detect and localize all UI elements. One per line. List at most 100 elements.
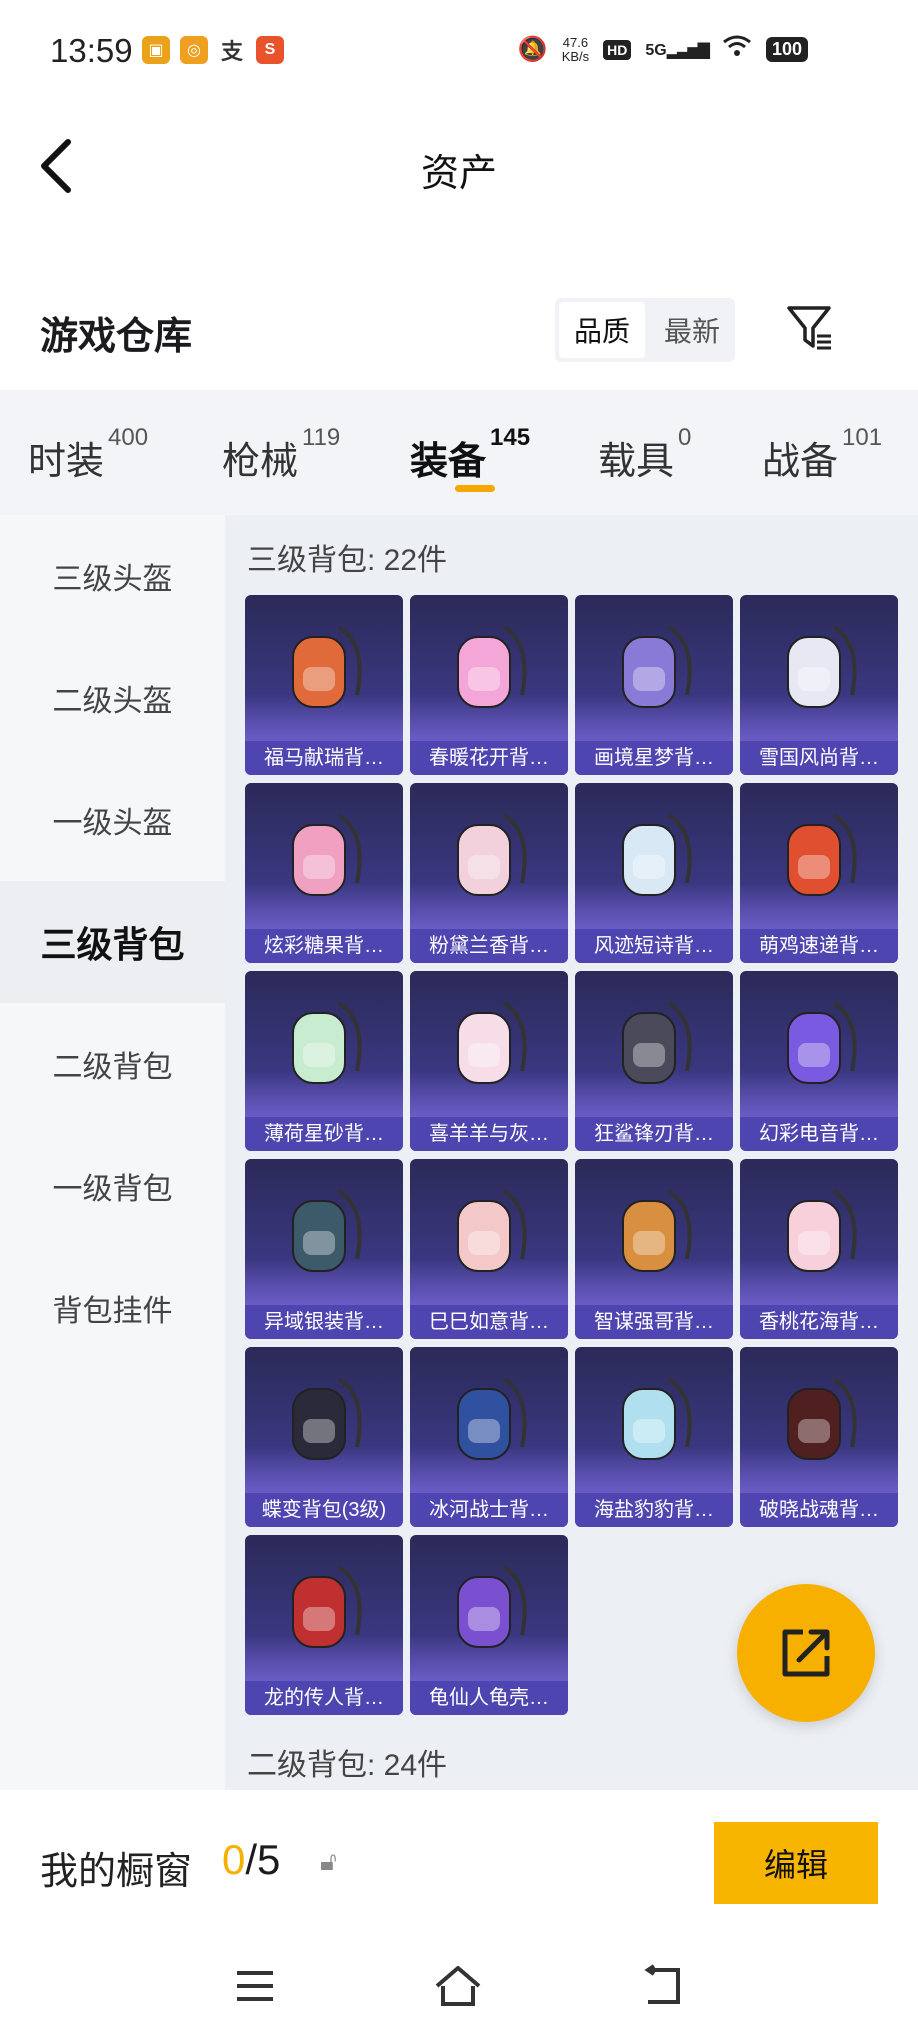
backpack-icon: [292, 1565, 362, 1648]
item-card[interactable]: 龙的传人背…: [245, 1535, 403, 1715]
item-card[interactable]: 龟仙人龟壳…: [410, 1535, 568, 1715]
item-card[interactable]: 春暖花开背…: [410, 595, 568, 775]
item-card[interactable]: 薄荷星砂背…: [245, 971, 403, 1151]
item-name: 薄荷星砂背…: [245, 1117, 403, 1151]
backpack-icon: [787, 813, 857, 896]
sidebar-item-backpack-2[interactable]: 二级背包: [0, 1003, 225, 1125]
warehouse-title: 游戏仓库: [40, 316, 193, 358]
backpack-icon: [622, 625, 692, 708]
backpack-icon: [457, 1377, 527, 1460]
home-icon: [435, 1966, 481, 2006]
item-card[interactable]: 蝶变背包(3级): [245, 1347, 403, 1527]
item-card[interactable]: 巳巳如意背…: [410, 1159, 568, 1339]
mute-icon: 🔕: [517, 36, 548, 63]
active-tab-indicator: [455, 485, 495, 492]
item-card[interactable]: 冰河战士背…: [410, 1347, 568, 1527]
backpack-icon: [622, 813, 692, 896]
filter-button[interactable]: [785, 302, 835, 352]
system-nav-bar: [0, 1930, 918, 2040]
item-name: 蝶变背包(3级): [245, 1493, 403, 1527]
item-card[interactable]: 福马献瑞背…: [245, 595, 403, 775]
item-card[interactable]: 喜羊羊与灰…: [410, 971, 568, 1151]
edit-button[interactable]: 编辑: [714, 1822, 878, 1904]
item-name: 巳巳如意背…: [410, 1305, 568, 1339]
app-icon-4: S: [256, 36, 284, 64]
item-name: 海盐豹豹背…: [575, 1493, 733, 1527]
item-name: 狂鲨锋刃背…: [575, 1117, 733, 1151]
tab-equipment[interactable]: 装备145: [410, 424, 530, 485]
wifi-icon: [722, 34, 752, 65]
backpack-icon: [292, 1377, 362, 1460]
page-title: 资产: [420, 153, 497, 195]
backpack-icon: [622, 1189, 692, 1272]
hd-icon: HD: [603, 39, 632, 60]
sidebar-item-helmet-1[interactable]: 一级头盔: [0, 759, 225, 881]
item-card[interactable]: 破晓战魂背…: [740, 1347, 898, 1527]
filter-icon: [787, 306, 831, 350]
lock-icon: 🔓︎: [320, 1846, 337, 1876]
item-name: 智谋强哥背…: [575, 1305, 733, 1339]
item-card[interactable]: 萌鸡速递背…: [740, 783, 898, 963]
tab-weapons[interactable]: 枪械119: [222, 424, 340, 485]
item-card[interactable]: 异域银装背…: [245, 1159, 403, 1339]
backpack-icon: [622, 1001, 692, 1084]
menu-button[interactable]: [225, 1964, 285, 2008]
item-card[interactable]: 雪国风尚背…: [740, 595, 898, 775]
backpack-icon: [622, 1377, 692, 1460]
backpack-icon: [787, 1189, 857, 1272]
item-card[interactable]: 狂鲨锋刃背…: [575, 971, 733, 1151]
tab-vehicles[interactable]: 载具0: [598, 424, 691, 485]
item-card[interactable]: 粉黛兰香背…: [410, 783, 568, 963]
item-name: 风迹短诗背…: [575, 929, 733, 963]
item-name: 异域银装背…: [245, 1305, 403, 1339]
item-name: 喜羊羊与灰…: [410, 1117, 568, 1151]
status-bar: 13:59 ▣ ◎ 支 S 🔕 47.6 KB/s HD 5G▂▃▅▇ 100: [0, 0, 918, 100]
back-nav-icon: [644, 1964, 680, 2004]
backpack-icon: [457, 813, 527, 896]
backpack-icon: [457, 1001, 527, 1084]
back-nav-button[interactable]: [632, 1964, 692, 2008]
sidebar-item-helmet-3[interactable]: 三级头盔: [0, 515, 225, 637]
backpack-icon: [292, 1001, 362, 1084]
backpack-icon: [457, 1189, 527, 1272]
sidebar-item-helmet-2[interactable]: 二级头盔: [0, 637, 225, 759]
item-name: 画境星梦背…: [575, 741, 733, 775]
item-name: 福马献瑞背…: [245, 741, 403, 775]
item-card[interactable]: 画境星梦背…: [575, 595, 733, 775]
top-header: 资产: [0, 100, 918, 230]
menu-icon: [237, 1971, 273, 2001]
status-time: 13:59: [50, 32, 133, 69]
item-card[interactable]: 海盐豹豹背…: [575, 1347, 733, 1527]
item-name: 破晓战魂背…: [740, 1493, 898, 1527]
section-title-2: 二级背包: 24件: [247, 1749, 448, 1782]
backpack-icon: [787, 1377, 857, 1460]
share-fab-button[interactable]: [737, 1584, 875, 1722]
backpack-icon: [292, 1189, 362, 1272]
app-icon-1: ▣: [142, 36, 170, 64]
backpack-icon: [457, 1565, 527, 1648]
item-name: 雪国风尚背…: [740, 741, 898, 775]
sidebar-item-backpack-1[interactable]: 一级背包: [0, 1125, 225, 1247]
item-card[interactable]: 香桃花海背…: [740, 1159, 898, 1339]
backpack-icon: [292, 813, 362, 896]
item-card[interactable]: 炫彩糖果背…: [245, 783, 403, 963]
tab-fashion[interactable]: 时装400: [28, 424, 148, 485]
sidebar: 三级头盔 二级头盔 一级头盔 三级背包 二级背包 一级背包 背包挂件: [0, 515, 225, 1790]
item-card[interactable]: 风迹短诗背…: [575, 783, 733, 963]
item-name: 龙的传人背…: [245, 1681, 403, 1715]
app-icon-2: ◎: [180, 36, 208, 64]
sort-newest-option[interactable]: 最新: [649, 298, 735, 362]
section-title: 三级背包: 22件: [247, 544, 448, 577]
item-name: 萌鸡速递背…: [740, 929, 898, 963]
home-button[interactable]: [428, 1964, 488, 2008]
item-card[interactable]: 智谋强哥背…: [575, 1159, 733, 1339]
item-card[interactable]: 幻彩电音背…: [740, 971, 898, 1151]
sidebar-item-backpack-charm[interactable]: 背包挂件: [0, 1247, 225, 1369]
sidebar-item-backpack-3[interactable]: 三级背包: [0, 881, 225, 1003]
sort-quality-option[interactable]: 品质: [559, 302, 645, 358]
net-speed: 47.6 KB/s: [561, 34, 590, 64]
tab-gear[interactable]: 战备101: [762, 424, 882, 485]
category-tabs: 时装400 枪械119 装备145 载具0 战备101: [0, 390, 918, 515]
backpack-icon: [457, 625, 527, 708]
showcase-count: 0/5: [222, 1836, 281, 1883]
